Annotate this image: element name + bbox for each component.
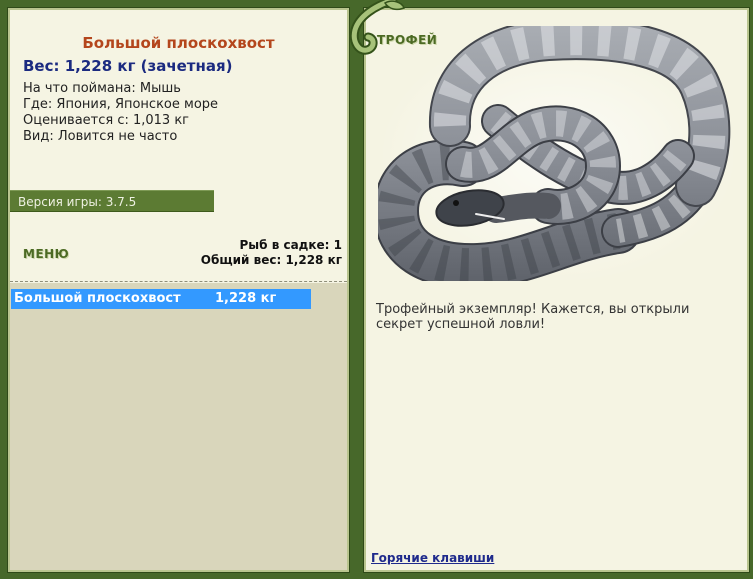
catch-list-item-selected[interactable]: Большой плоскохвост 1,228 кг xyxy=(11,289,311,309)
fish-rarity: Вид: Ловится не часто xyxy=(23,129,178,144)
trophy-panel: ТРОФЕЙ Трофейный экземпляр! Кажется, вы … xyxy=(364,8,749,572)
hotkeys-link[interactable]: Горячие клавиши xyxy=(371,551,494,566)
snake-eye xyxy=(453,200,459,206)
fish-location: Где: Япония, Японское море xyxy=(23,97,219,112)
fish-bait: На что поймана: Мышь xyxy=(23,81,181,96)
catch-item-name: Большой плоскохвост xyxy=(14,291,181,306)
fish-title: Большой плоскохвост xyxy=(82,34,275,52)
catch-list: Большой плоскохвост 1,228 кг xyxy=(10,283,347,570)
trophy-message: Трофейный экземпляр! Кажется, вы открыли… xyxy=(376,302,690,332)
keepnet-total-weight: Общий вес: 1,228 кг xyxy=(200,253,342,267)
snake-trophy-image xyxy=(378,26,738,281)
divider xyxy=(10,281,347,282)
menu-button[interactable]: МЕНЮ xyxy=(23,247,69,261)
vine-swirl-icon xyxy=(349,0,405,55)
vine-leaf xyxy=(383,0,405,11)
keepnet-count: Рыб в садке: 1 xyxy=(239,238,343,252)
fish-weight: Вес: 1,228 кг (зачетная) xyxy=(23,57,233,75)
fish-info-panel: Большой плоскохвост Вес: 1,228 кг (зачет… xyxy=(8,8,349,572)
fish-valued-from: Оценивается с: 1,013 кг xyxy=(23,113,190,128)
catch-item-weight: 1,228 кг xyxy=(215,291,277,306)
game-version-bar: Версия игры: 3.7.5 xyxy=(10,190,214,212)
